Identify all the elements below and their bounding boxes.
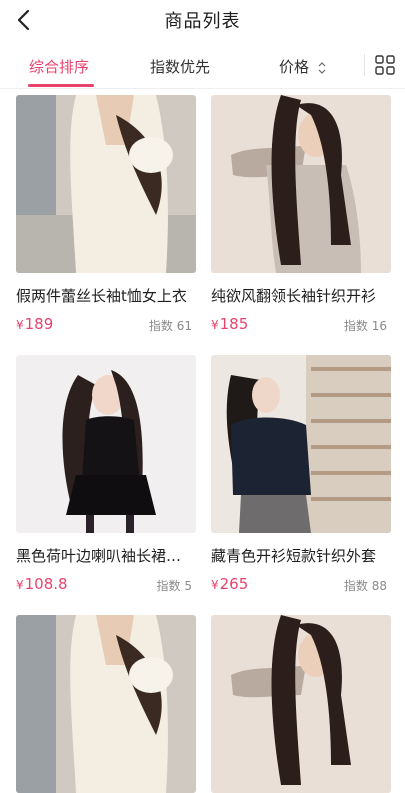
sort-tabs: 综合排序 指数优先 价格 <box>0 44 405 89</box>
product-image[interactable] <box>16 95 196 273</box>
product-price: ¥185 <box>211 315 249 333</box>
product-meta: ¥265 指数 88 <box>211 575 391 595</box>
product-image[interactable] <box>16 615 196 793</box>
product-card[interactable]: 假两件蕾丝长袖t恤女上衣 ¥189 指数 61 <box>16 95 196 335</box>
tab-price[interactable]: 价格 <box>279 56 327 77</box>
product-meta: ¥108.8 指数 5 <box>16 575 196 595</box>
product-meta: ¥189 指数 61 <box>16 315 196 335</box>
product-price: ¥265 <box>211 575 249 593</box>
product-index: 指数 5 <box>156 579 192 593</box>
top-bar: 商品列表 <box>0 0 405 40</box>
product-name: 藏青色开衫短款针织外套 <box>211 547 377 565</box>
product-image[interactable] <box>211 355 391 533</box>
product-meta: ¥185 指数 16 <box>211 315 391 335</box>
product-index: 指数 88 <box>343 579 387 593</box>
product-name: 纯欲风翻领长袖针织开衫 <box>211 287 377 305</box>
product-index: 指数 16 <box>343 319 387 333</box>
product-name: 黑色荷叶边喇叭袖长裙连衣裙 <box>16 547 196 565</box>
chevron-updown-icon <box>318 61 326 74</box>
page-title: 商品列表 <box>164 11 241 32</box>
product-card[interactable]: 藏青色开衫短款针织外套 ¥265 指数 88 <box>211 355 391 595</box>
product-card[interactable]: 纯欲风翻领长袖针织开衫 ¥185 指数 16 <box>211 95 391 335</box>
product-card[interactable] <box>211 615 391 793</box>
tab-index-first[interactable]: 指数优先 <box>150 56 210 77</box>
product-price: ¥189 <box>16 315 54 333</box>
product-image[interactable] <box>211 95 391 273</box>
product-price: ¥108.8 <box>16 575 68 593</box>
product-index: 指数 61 <box>148 319 192 333</box>
product-image[interactable] <box>16 355 196 533</box>
tab-comprehensive-sort[interactable]: 综合排序 <box>29 56 89 77</box>
product-card[interactable]: 黑色荷叶边喇叭袖长裙连衣裙 ¥108.8 指数 5 <box>16 355 196 595</box>
product-card[interactable] <box>16 615 196 793</box>
product-name: 假两件蕾丝长袖t恤女上衣 <box>16 287 187 305</box>
product-image[interactable] <box>211 615 391 793</box>
tab-price-label: 价格 <box>279 58 310 76</box>
active-tab-indicator <box>28 84 94 87</box>
tab-divider <box>364 54 365 76</box>
grid-icon[interactable] <box>375 55 395 75</box>
